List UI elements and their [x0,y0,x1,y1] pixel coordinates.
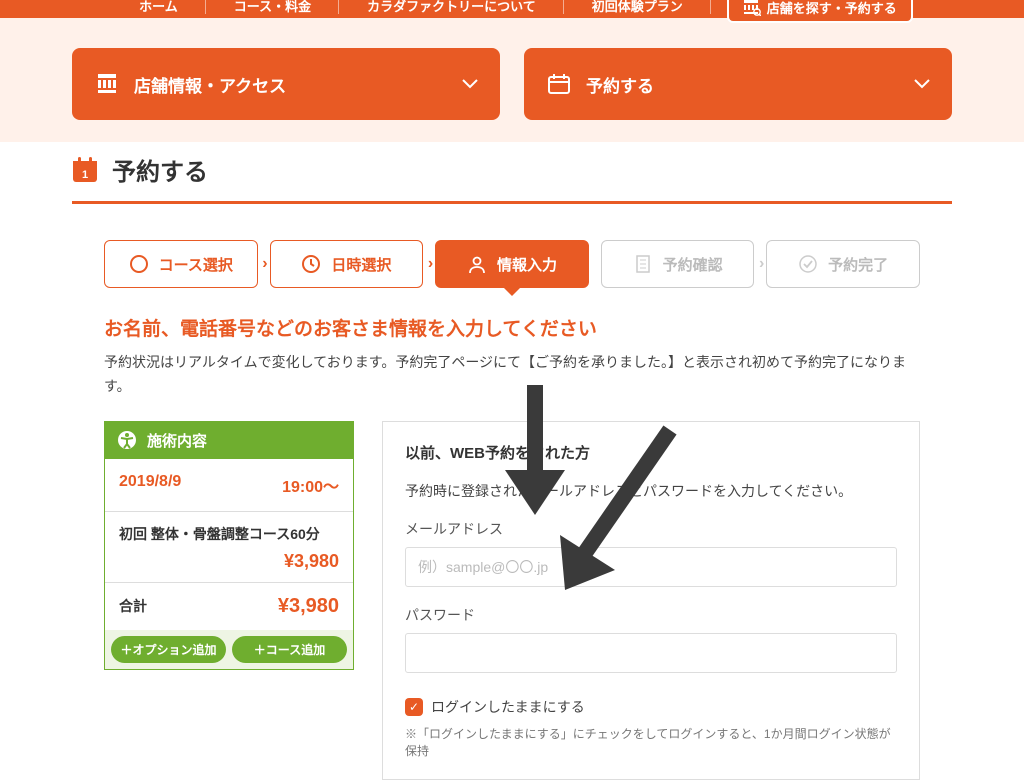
summary-header-label: 施術内容 [147,430,207,451]
email-field[interactable] [405,547,897,587]
nav-courses[interactable]: コース・料金 [206,0,339,13]
top-nav: ホーム コース・料金 カラダファクトリーについて 初回体験プラン 店舗を探す・予… [0,0,1024,18]
reserve-button[interactable]: 予約する [524,48,952,120]
step-info[interactable]: 情報入力 [435,240,589,288]
nav-find-store-button[interactable]: 店舗を探す・予約する [727,0,913,23]
password-field[interactable] [405,633,897,673]
section-heading: お名前、電話番号などのお客さま情報を入力してください [104,314,920,341]
summary-header: 施術内容 [105,422,353,459]
nav-find-label: 店舗を探す・予約する [767,0,897,17]
summary-total-row: 合計 ¥3,980 [105,583,353,630]
step-label: コース選択 [159,254,233,275]
summary-total-label: 合計 [119,596,147,616]
svg-text:1: 1 [82,169,88,181]
reservation-steps: コース選択 › 日時選択 › 情報入力 予約確認 › 予約完了 [104,240,920,288]
nav-about[interactable]: カラダファクトリーについて [339,0,564,13]
password-label: パスワード [405,605,897,625]
reserve-label: 予約する [586,72,654,97]
stay-logged-note: ※「ログインしたままにする」にチェックをしてログインすると、1か月間ログイン状態… [405,725,897,759]
accessibility-icon [117,430,137,450]
chevron-right-icon: › [428,255,433,273]
chevron-down-icon [914,79,930,89]
document-icon [633,254,653,274]
clock-icon [301,254,321,274]
add-course-button[interactable]: ＋コース追加 [232,636,347,663]
check-circle-icon [798,254,818,274]
step-label: 情報入力 [497,254,557,275]
content: コース選択 › 日時選択 › 情報入力 予約確認 › 予約完了 お名前 [72,204,952,780]
store-search-icon [743,0,761,16]
summary-total-price: ¥3,980 [278,595,339,618]
step-label: 日時選択 [331,254,391,275]
page-body: 1 予約する コース選択 › 日時選択 › 情報入力 予約確認 › [0,142,1024,780]
section-description: 予約状況はリアルタイムで変化しております。予約完了ページにて【ご予約を承りました… [104,351,920,399]
chevron-down-icon [462,79,478,89]
hero-buttons-row: 店舗情報・アクセス 予約する [0,18,1024,120]
chevron-right-icon: › [759,255,764,273]
page-title: 予約する [112,152,208,187]
summary-course-name: 初回 整体・骨盤調整コース60分 [119,524,339,545]
stay-logged-label: ログインしたままにする [431,697,585,717]
email-label: メールアドレス [405,519,897,539]
circle-icon [129,254,149,274]
step-course[interactable]: コース選択 › [104,240,258,288]
step-done: 予約完了 [766,240,920,288]
login-panel: 以前、WEB予約をされた方 予約時に登録されたメールアドレスとパスワードを入力し… [382,421,920,780]
login-title: 以前、WEB予約をされた方 [405,442,897,463]
step-confirm: 予約確認 › [601,240,755,288]
chevron-right-icon: › [262,255,267,273]
add-option-button[interactable]: ＋オプション追加 [111,636,226,663]
summary-time: 19:00〜 [282,473,339,497]
nav-trial[interactable]: 初回体験プラン [564,0,711,13]
summary-course-row: 初回 整体・骨盤調整コース60分 ¥3,980 [105,512,353,583]
summary-course-price: ¥3,980 [119,551,339,572]
store-info-button[interactable]: 店舗情報・アクセス [72,48,500,120]
stay-logged-row[interactable]: ✓ ログインしたままにする [405,697,897,717]
nav-home[interactable]: ホーム [111,0,206,13]
summary-datetime: 2019/8/9 19:00〜 [105,459,353,512]
store-info-label: 店舗情報・アクセス [134,72,286,97]
page-title-row: 1 予約する [72,142,952,204]
store-icon [96,74,118,94]
step-datetime[interactable]: 日時選択 › [270,240,424,288]
calendar-badge-icon: 1 [72,157,98,183]
summary-date: 2019/8/9 [119,473,181,497]
summary-panel: 施術内容 2019/8/9 19:00〜 初回 整体・骨盤調整コース60分 ¥3… [104,421,354,780]
calendar-icon [548,74,570,94]
checkbox-checked-icon[interactable]: ✓ [405,698,423,716]
login-desc: 予約時に登録されたメールアドレスとパスワードを入力してください。 [405,481,897,501]
step-label: 予約完了 [828,254,888,275]
person-icon [467,254,487,274]
step-label: 予約確認 [663,254,723,275]
